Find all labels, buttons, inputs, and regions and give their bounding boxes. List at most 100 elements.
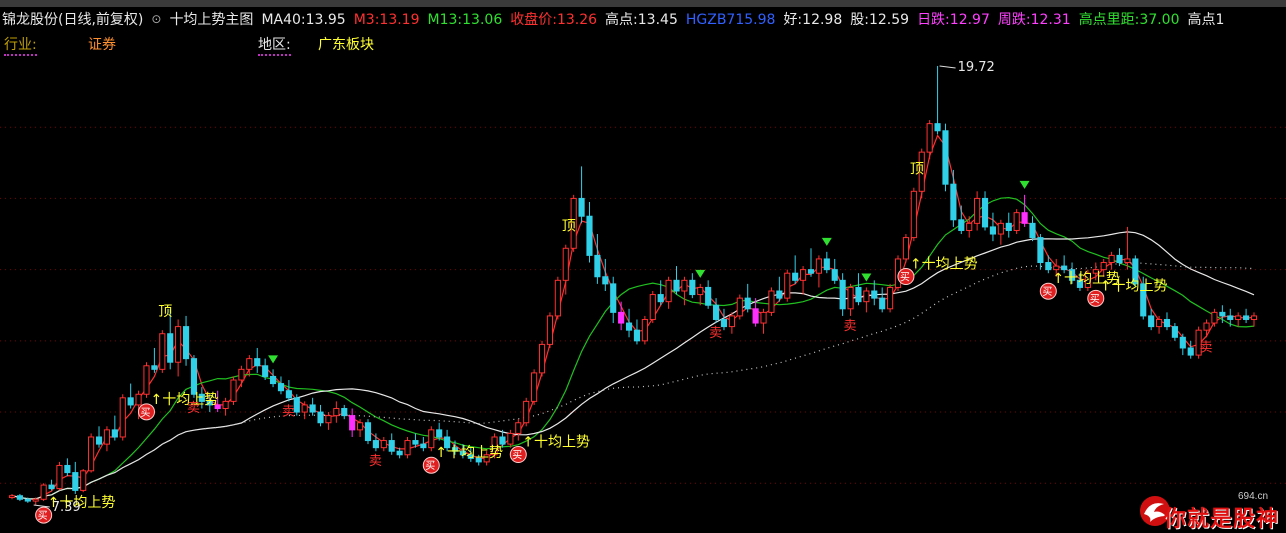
candle-body xyxy=(871,290,878,299)
field-label: 股: xyxy=(850,12,869,28)
candle-body xyxy=(277,383,285,392)
ma13-line xyxy=(11,196,1255,500)
candle-body xyxy=(1148,315,1155,328)
candle-body xyxy=(736,297,743,317)
candle-body xyxy=(1037,237,1044,264)
candle-body xyxy=(269,375,277,385)
candle-body xyxy=(768,290,775,313)
candle-body xyxy=(127,397,134,406)
region-label: 地区: xyxy=(258,34,291,56)
candle-body xyxy=(380,440,387,449)
candle-body xyxy=(1219,311,1226,317)
signal-label: ↑十均上势 xyxy=(150,392,218,408)
candle-body xyxy=(333,408,340,417)
field-label: 日跌: xyxy=(917,12,950,28)
candle-body xyxy=(531,372,538,402)
field-label: MA40: xyxy=(261,12,306,28)
candle-body xyxy=(792,272,799,281)
candle-body xyxy=(88,436,95,472)
candle-body xyxy=(910,190,917,239)
candle-body xyxy=(641,318,648,342)
candle-body xyxy=(1124,258,1131,264)
field-value: 12.31 xyxy=(1030,12,1071,28)
buy-label: 买 xyxy=(900,272,910,284)
candle-body xyxy=(1171,326,1178,338)
candle-body xyxy=(689,279,696,296)
candle-body xyxy=(1108,254,1115,264)
field-10: 高点里距:37.00 xyxy=(1079,9,1180,29)
candle-body xyxy=(167,333,174,363)
candle-body xyxy=(190,358,198,395)
signal-label: ↑十均上势 xyxy=(435,445,503,461)
top-marker: 顶 xyxy=(158,304,172,320)
candle-body xyxy=(1029,222,1036,239)
field-label: M3: xyxy=(353,12,380,28)
candle-body xyxy=(720,318,728,328)
candle-body xyxy=(1163,318,1171,328)
down-arrow-icon xyxy=(861,273,872,282)
field-1: M3:13.19 xyxy=(354,12,420,28)
candle-body xyxy=(633,329,641,342)
candle-body xyxy=(1116,254,1123,264)
candle-body xyxy=(705,286,712,306)
buy-label: 买 xyxy=(425,460,435,472)
candle-body xyxy=(40,484,47,500)
candle-body xyxy=(578,197,585,217)
stock-info-bar: 行业: 证券 地区: 广东板块 xyxy=(0,34,1286,56)
candle-body xyxy=(396,450,403,456)
watermark-text: 你就是股神 xyxy=(1164,507,1280,532)
candle-body xyxy=(285,390,292,399)
ma60-dotted-line xyxy=(11,262,1255,500)
field-value: 13.06 xyxy=(462,12,503,28)
field-value: 13.26 xyxy=(556,12,598,28)
candle-body xyxy=(143,365,150,395)
candle-body xyxy=(349,415,356,431)
candle-body xyxy=(902,237,909,260)
candle-body xyxy=(554,279,561,317)
candle-body xyxy=(388,440,395,452)
candle-body xyxy=(317,411,324,424)
buy-label: 买 xyxy=(140,407,150,419)
candle-body xyxy=(64,464,71,474)
candle-body xyxy=(364,422,372,442)
candle-body xyxy=(80,470,87,491)
candle-body xyxy=(301,404,308,413)
stock-title[interactable]: 锦龙股份(日线,前复权) xyxy=(2,9,143,29)
candle-body xyxy=(1179,336,1186,349)
candle-body xyxy=(1005,222,1012,231)
dropdown-icon[interactable]: ⊙ xyxy=(151,12,161,26)
candle-body xyxy=(673,279,680,292)
candle-body xyxy=(950,183,957,221)
candlestick-chart[interactable]: 19.727.39顶顶顶买↑十均上势买↑十均上势买↑十均上势 买↑十均上势买↑十均… xyxy=(0,56,1286,531)
indicator-name[interactable]: 十均上势主图 xyxy=(169,9,253,29)
candle-body xyxy=(1013,212,1020,231)
signal-label: ↑十均上势 xyxy=(48,495,116,511)
buy-label: 买 xyxy=(38,510,48,522)
sell-label: 卖 xyxy=(369,454,382,469)
region-value: 广东板块 xyxy=(318,37,374,53)
field-value: 12.98 xyxy=(802,12,843,28)
field-label: 高点: xyxy=(605,12,638,28)
field-value: 1 xyxy=(1215,12,1225,28)
candle-body xyxy=(24,498,31,502)
field-0: MA40:13.95 xyxy=(261,12,345,28)
candle-body xyxy=(1155,318,1163,328)
candle-body xyxy=(372,440,379,449)
sell-label: 卖 xyxy=(282,404,295,419)
candle-body xyxy=(760,311,767,324)
field-3: 收盘价:13.26 xyxy=(510,9,597,29)
industry-label: 行业: xyxy=(4,34,37,56)
candle-body xyxy=(989,226,997,235)
indicator-info-bar: 锦龙股份(日线,前复权) ⊙ 十均上势主图 MA40:13.95 M3:13.19… xyxy=(0,8,1286,30)
sell-label: 卖 xyxy=(187,401,200,416)
candle-body xyxy=(807,269,815,274)
indicator-fields: MA40:13.95 M3:13.19 M13:13.06 收盘价:13.26 高点:1… xyxy=(261,9,1232,29)
field-value: 12.59 xyxy=(868,12,910,28)
candle-body xyxy=(95,436,103,445)
field-value: 13.95 xyxy=(305,12,346,28)
buy-label: 买 xyxy=(1042,286,1052,298)
candle-body xyxy=(159,333,166,370)
candle-body xyxy=(182,326,190,360)
candle-body xyxy=(515,422,522,434)
field-6: 好:12.98 xyxy=(783,9,842,29)
